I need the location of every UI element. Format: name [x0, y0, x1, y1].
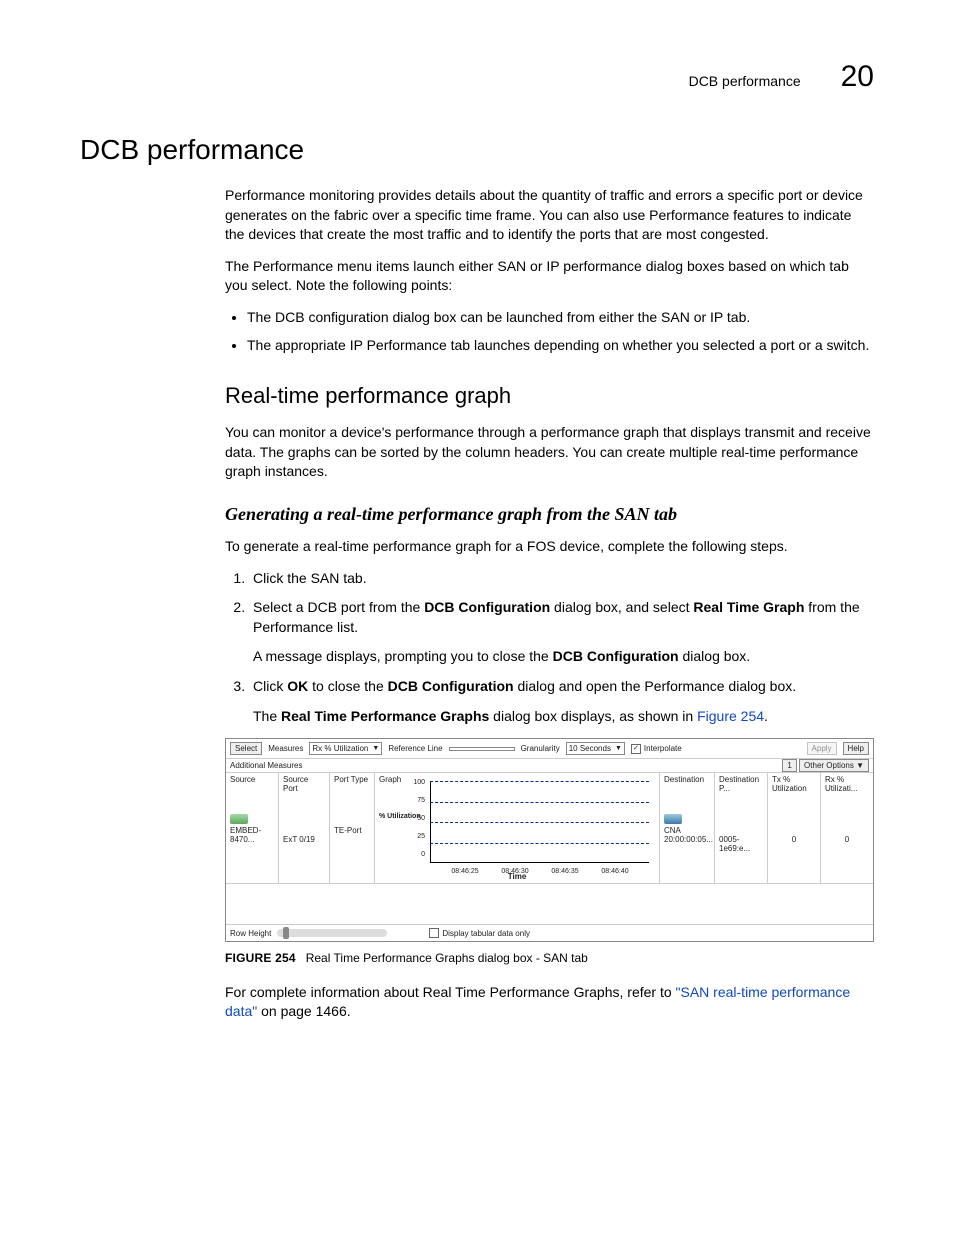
xtick: 08:46:40 [601, 868, 628, 875]
ordered-list: Click the SAN tab. Select a DCB port fro… [225, 569, 874, 727]
figure-dialog: Select Measures Rx % Utilization ▼ Refer… [225, 738, 874, 942]
chart-xlabel: Time [508, 872, 527, 881]
sub-paragraph: A message displays, prompting you to clo… [253, 647, 874, 667]
chart-plot-area [430, 781, 649, 863]
column-header[interactable]: Destination P... [719, 775, 763, 793]
slider-thumb-icon [283, 927, 289, 939]
ytick: 75 [395, 797, 425, 804]
figure-subtoolbar: Additional Measures 1 Other Options ▼ [226, 758, 873, 772]
list-item: The DCB configuration dialog box can be … [247, 308, 874, 328]
chevron-down-icon: ▼ [615, 745, 622, 752]
display-tabular-checkbox[interactable]: Display tabular data only [429, 928, 530, 938]
col-tx-utilization: Tx % Utilization 0 [768, 773, 821, 883]
additional-measures-label: Additional Measures [230, 761, 302, 770]
page-number: 20 [841, 60, 874, 94]
list-item: Click the SAN tab. [249, 569, 874, 589]
col-source-port: Source Port ExT 0/19 [279, 773, 330, 883]
xtick: 08:46:25 [451, 868, 478, 875]
chevron-down-icon: ▼ [372, 745, 379, 752]
figure-bottom-bar: Row Height Display tabular data only [226, 924, 873, 941]
row-height-label: Row Height [230, 929, 271, 938]
apply-button[interactable]: Apply [807, 742, 837, 755]
list-item: The appropriate IP Performance tab launc… [247, 336, 874, 356]
figure-caption: FIGURE 254 Real Time Performance Graphs … [225, 950, 874, 967]
cell-value: 20:00:00:05... [664, 835, 710, 844]
row-height-slider[interactable] [277, 929, 387, 937]
reference-line-input[interactable] [449, 747, 515, 751]
interpolate-checkbox[interactable]: ✓ Interpolate [631, 744, 682, 754]
select-button[interactable]: Select [230, 742, 262, 755]
cell-value: 0005-1e69:e... [719, 835, 763, 853]
other-options-button[interactable]: Other Options ▼ [799, 759, 869, 772]
checkbox-icon [429, 928, 439, 938]
sub-paragraph: The Real Time Performance Graphs dialog … [253, 707, 874, 727]
column-header[interactable]: Source Port [283, 775, 325, 793]
ytick: 100 [395, 779, 425, 786]
cell-value: TE-Port [334, 826, 370, 835]
device-icon [230, 814, 248, 824]
device-icon [664, 814, 682, 824]
subsection-heading: Generating a real-time performance graph… [225, 504, 874, 525]
ytick: 25 [395, 833, 425, 840]
col-port-type: Port Type TE-Port [330, 773, 375, 883]
cell-value: 0 [772, 835, 816, 844]
column-header[interactable]: Destination [664, 775, 710, 784]
cell-value: ExT 0/19 [283, 835, 325, 844]
paragraph: You can monitor a device's performance t… [225, 423, 874, 482]
col-source: Source EMBED-8470... [226, 773, 279, 883]
list-item: Click OK to close the DCB Configuration … [249, 677, 874, 726]
figure-toolbar: Select Measures Rx % Utilization ▼ Refer… [226, 739, 873, 758]
measures-label: Measures [268, 744, 303, 753]
cell-value: CNA [664, 826, 710, 835]
ytick: 0 [395, 851, 425, 858]
paragraph: For complete information about Real Time… [225, 983, 874, 1022]
col-rx-utilization: Rx % Utilizati... 0 [821, 773, 873, 883]
column-header[interactable]: Rx % Utilizati... [825, 775, 869, 793]
chart-x-axis [430, 862, 649, 863]
paragraph: The Performance menu items launch either… [225, 257, 874, 296]
figure-link[interactable]: Figure 254 [697, 708, 764, 724]
bullet-list: The DCB configuration dialog box can be … [225, 308, 874, 355]
page-header: DCB performance 20 [80, 60, 874, 94]
column-header[interactable]: Tx % Utilization [772, 775, 816, 793]
column-header[interactable]: Source [230, 775, 274, 784]
col-destination-port: Destination P... 0005-1e69:e... [715, 773, 768, 883]
col-graph: Graph % Utilization 100 75 50 25 0 08:46… [375, 773, 660, 883]
list-item: Select a DCB port from the DCB Configura… [249, 598, 874, 667]
count-badge: 1 [782, 759, 796, 772]
granularity-label: Granularity [521, 744, 560, 753]
section-heading: Real-time performance graph [225, 383, 874, 409]
paragraph: Performance monitoring provides details … [225, 186, 874, 245]
paragraph: To generate a real-time performance grap… [225, 537, 874, 557]
cell-value: 0 [825, 835, 869, 844]
help-button[interactable]: Help [843, 742, 869, 755]
header-section-title: DCB performance [689, 73, 801, 89]
ytick: 50 [395, 815, 425, 822]
column-header[interactable]: Port Type [334, 775, 370, 784]
other-options-group: 1 Other Options ▼ [782, 761, 869, 770]
col-destination: Destination CNA 20:00:00:05... [660, 773, 715, 883]
measures-select[interactable]: Rx % Utilization ▼ [309, 742, 382, 755]
page-title: DCB performance [80, 134, 874, 166]
granularity-select[interactable]: 10 Seconds ▼ [566, 742, 625, 755]
cell-value: EMBED-8470... [230, 826, 274, 844]
figure-table: Source EMBED-8470... Source Port ExT 0/1… [226, 772, 873, 883]
reference-line-label: Reference Line [388, 744, 442, 753]
checkbox-icon: ✓ [631, 744, 641, 754]
xtick: 08:46:35 [551, 868, 578, 875]
